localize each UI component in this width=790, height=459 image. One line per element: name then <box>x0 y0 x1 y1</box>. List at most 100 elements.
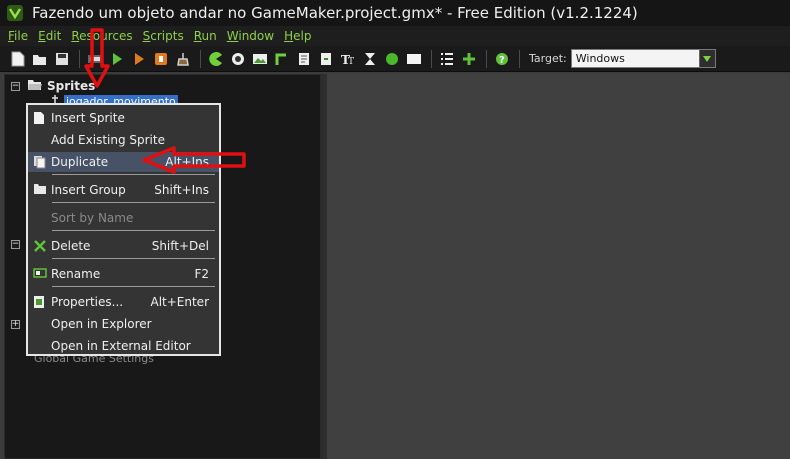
folder-open-icon <box>27 79 43 94</box>
window-title: Fazendo um objeto andar no GameMaker.pro… <box>32 4 638 22</box>
expand-icon[interactable]: + <box>11 319 20 329</box>
collapse-icon[interactable]: − <box>11 81 20 91</box>
menu-item-shortcut: Alt+Enter <box>150 295 209 309</box>
tree-node-collapsed[interactable]: + <box>11 316 20 332</box>
toolbar-separator <box>79 49 80 68</box>
menu-item-open-in-explorer[interactable]: Open in Explorer <box>28 314 219 334</box>
stop-icon[interactable] <box>151 49 171 69</box>
help-icon[interactable]: ? <box>492 49 512 69</box>
menu-scripts[interactable]: Scripts <box>143 29 184 43</box>
create-shader-icon[interactable] <box>316 49 336 69</box>
menu-item-shortcut: Shift+Del <box>151 239 209 253</box>
workspace-area[interactable] <box>327 74 790 459</box>
menu-item-label: Sort by Name <box>51 211 134 225</box>
chevron-down-icon[interactable] <box>698 50 715 67</box>
create-timeline-icon[interactable] <box>360 49 380 69</box>
menu-item-open-in-external-editor[interactable]: Open in External Editor <box>28 336 219 356</box>
properties-icon <box>33 295 47 309</box>
menu-item-sort-by-name: Sort by Name <box>28 208 219 228</box>
menu-window-label: indow <box>238 29 275 43</box>
tree-label-sprites: Sprites <box>47 79 96 93</box>
context-menu: Insert Sprite Add Existing Sprite Duplic… <box>26 103 221 356</box>
save-icon[interactable] <box>52 49 72 69</box>
svg-text:?: ? <box>499 55 505 66</box>
target-value: Windows <box>575 52 625 65</box>
target-select[interactable]: Windows <box>570 49 716 68</box>
menu-separator <box>52 286 215 287</box>
menu-separator <box>52 174 215 175</box>
menu-item-insert-group[interactable]: Insert Group Shift+Ins <box>28 180 219 200</box>
menu-separator <box>52 202 215 203</box>
menu-resources[interactable]: Resources <box>71 29 132 43</box>
menu-bar: File Edit Resources Scripts Run Window H… <box>0 26 790 46</box>
add-extension-icon[interactable] <box>459 49 479 69</box>
folder-icon <box>33 183 47 197</box>
menu-help-label: elp <box>293 29 312 43</box>
menu-edit-label: dit <box>45 29 62 43</box>
menu-item-shortcut: F2 <box>194 267 209 281</box>
gamemaker-logo-icon <box>4 2 26 24</box>
delete-icon <box>33 239 47 253</box>
menu-item-delete[interactable]: Delete Shift+Del <box>28 236 219 256</box>
menu-resources-mnemonic: R <box>71 29 80 43</box>
menu-item-label: Delete <box>51 239 91 253</box>
menu-item-label: Properties... <box>51 295 124 309</box>
create-sprite-icon[interactable] <box>206 49 226 69</box>
menu-run-mnemonic: R <box>193 29 202 43</box>
toolbar-separator <box>431 49 432 68</box>
menu-item-label: Insert Sprite <box>51 111 125 125</box>
toolbar-separator <box>200 49 201 68</box>
toolbar-separator <box>486 49 487 68</box>
menu-item-duplicate[interactable]: Duplicate Alt+Ins <box>28 152 219 172</box>
menu-scripts-label: cripts <box>150 29 184 43</box>
menu-help[interactable]: Help <box>284 29 311 43</box>
open-project-icon[interactable] <box>30 49 50 69</box>
rename-icon <box>33 267 47 281</box>
run-icon[interactable] <box>107 49 127 69</box>
menu-run-label: un <box>201 29 217 43</box>
menu-item-label: Open in Explorer <box>51 317 152 331</box>
target-label: Target: <box>529 52 567 65</box>
create-room-icon[interactable] <box>404 49 424 69</box>
menu-file[interactable]: File <box>8 29 28 43</box>
menu-item-label: Duplicate <box>51 155 109 169</box>
menu-separator <box>52 258 215 259</box>
tree-node-sprites[interactable]: − Sprites <box>11 78 95 94</box>
menu-resources-label: esources <box>79 29 133 43</box>
menu-edit[interactable]: Edit <box>38 29 61 43</box>
new-project-icon[interactable] <box>8 49 28 69</box>
svg-text:T: T <box>348 57 354 66</box>
toolbar-separator <box>519 49 520 68</box>
menu-help-mnemonic: H <box>284 29 294 43</box>
menu-item-rename[interactable]: Rename F2 <box>28 264 219 284</box>
collapse-icon[interactable]: − <box>11 239 20 249</box>
create-path-icon[interactable] <box>272 49 292 69</box>
create-object-icon[interactable] <box>382 49 402 69</box>
title-bar: Fazendo um objeto andar no GameMaker.pro… <box>0 0 790 26</box>
create-background-icon[interactable] <box>250 49 270 69</box>
menu-item-properties[interactable]: Properties... Alt+Enter <box>28 292 219 312</box>
menu-window-mnemonic: W <box>226 29 239 43</box>
menu-separator <box>52 230 215 231</box>
menu-item-label: Rename <box>51 267 101 281</box>
create-executable-icon[interactable] <box>85 49 105 69</box>
menu-edit-mnemonic: E <box>38 29 46 43</box>
create-sound-icon[interactable] <box>228 49 248 69</box>
create-script-icon[interactable] <box>294 49 314 69</box>
toolbar: TT ? Target: Windows <box>0 46 790 72</box>
clean-icon[interactable] <box>173 49 193 69</box>
menu-item-shortcut: Alt+Ins <box>165 155 209 169</box>
create-font-icon[interactable]: TT <box>338 49 358 69</box>
menu-file-label: ile <box>14 29 29 43</box>
menu-item-insert-sprite[interactable]: Insert Sprite <box>28 108 219 128</box>
menu-item-add-existing-sprite[interactable]: Add Existing Sprite <box>28 130 219 150</box>
menu-item-label: Add Existing Sprite <box>51 133 165 147</box>
menu-item-label: Insert Group <box>51 183 126 197</box>
debug-icon[interactable] <box>129 49 149 69</box>
menu-item-label: Open in External Editor <box>51 339 191 353</box>
menu-run[interactable]: Run <box>194 29 217 43</box>
game-settings-icon[interactable] <box>437 49 457 69</box>
tree-node-collapsed[interactable]: − <box>11 236 20 252</box>
menu-window[interactable]: Window <box>227 29 274 43</box>
menu-item-shortcut: Shift+Ins <box>154 183 209 197</box>
